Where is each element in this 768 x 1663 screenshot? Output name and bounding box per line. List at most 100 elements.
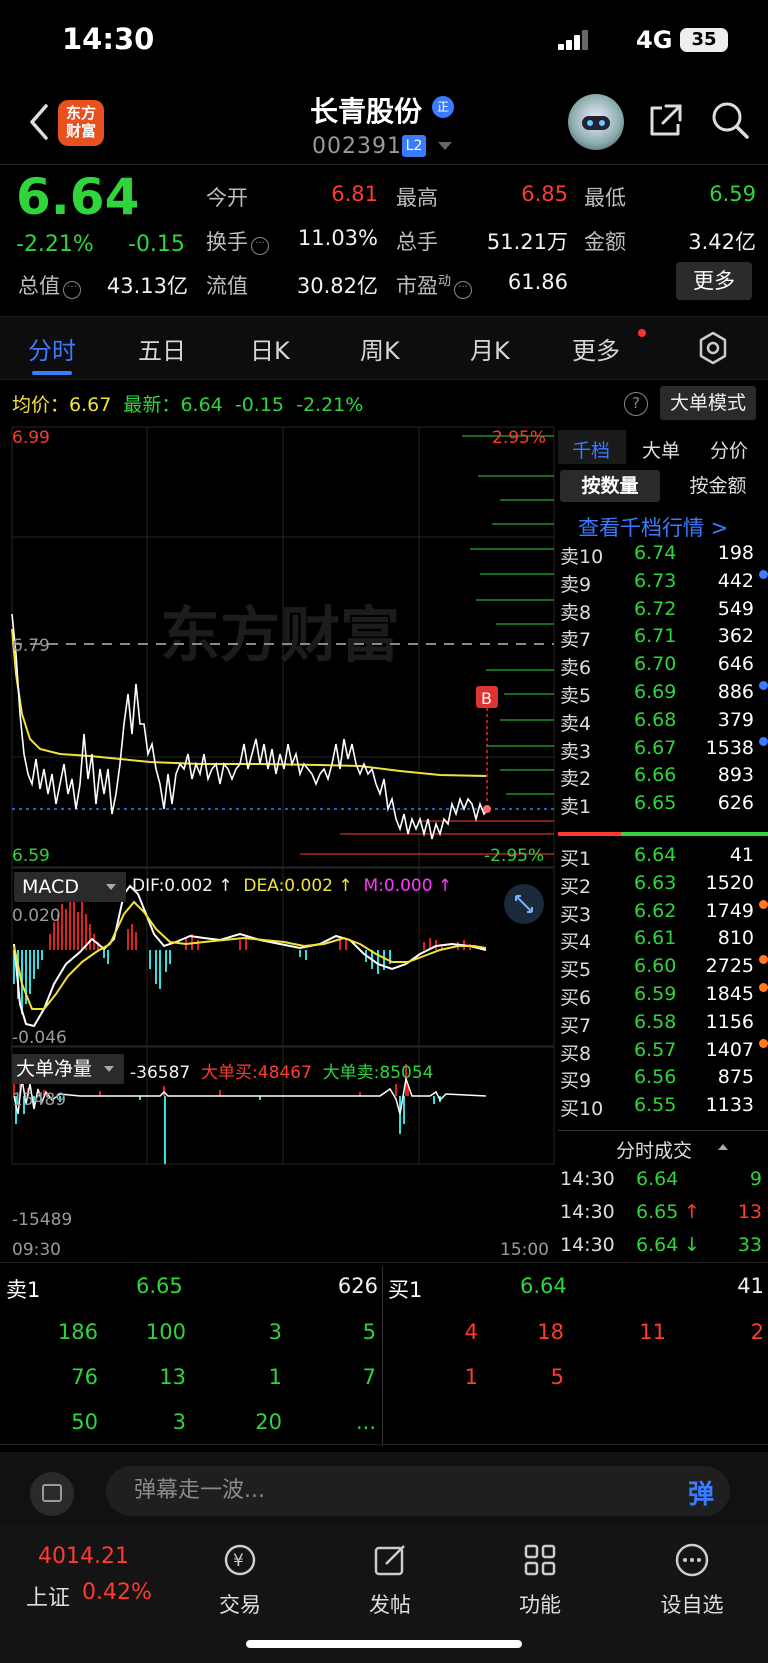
view-depth-link[interactable]: 查看千档行情 > <box>578 512 728 542</box>
sell-queue-cell: 76 <box>71 1365 98 1389</box>
latest-percent: -2.21% <box>296 394 364 416</box>
gear-icon[interactable] <box>696 331 730 365</box>
level-price: 6.62 <box>634 899 677 922</box>
chevron-up-icon[interactable] <box>718 1144 728 1150</box>
ask-row[interactable]: 卖8 6.72 549 <box>558 598 768 626</box>
more-button[interactable]: 更多 <box>676 262 752 300</box>
level-volume: 1538 <box>705 736 754 759</box>
intraday-chart[interactable]: 东方财富 B <box>0 424 558 1264</box>
time-end: 15:00 <box>500 1240 549 1260</box>
nav-watchlist-label: 设自选 <box>660 1593 724 1617</box>
divider <box>0 1262 768 1263</box>
index-name[interactable]: 上证 <box>26 1580 70 1612</box>
level-label: 买1 <box>560 848 592 870</box>
tab-big-orders[interactable]: 大单 <box>642 436 680 463</box>
index-percent: 0.42% <box>82 1580 152 1605</box>
trade-price: 6.65 <box>636 1201 679 1223</box>
info-dots-icon[interactable]: ··· <box>251 237 269 255</box>
level-price: 6.73 <box>634 569 677 592</box>
search-icon[interactable] <box>710 100 750 140</box>
big-order-dot-icon <box>759 569 768 579</box>
amount-label: 金额 <box>584 230 626 254</box>
macd-selector[interactable]: MACD <box>14 872 126 902</box>
divider <box>558 1130 768 1131</box>
ai-assistant-icon[interactable] <box>568 94 624 150</box>
big-order-mode-button[interactable]: 大单模式 <box>660 386 756 420</box>
chart-tabs: 分时 五日 日K 周K 月K 更多 <box>0 316 768 380</box>
info-dots-icon[interactable]: ··· <box>63 281 81 299</box>
ask-row[interactable]: 卖4 6.68 379 <box>558 709 768 737</box>
tab-five-day[interactable]: 五日 <box>138 331 186 366</box>
app-logo[interactable]: 东方 财富 <box>58 100 104 146</box>
more-dots-icon <box>675 1543 709 1577</box>
tab-intraday[interactable]: 分时 <box>28 331 76 366</box>
ask-row[interactable]: 卖10 6.74 198 <box>558 542 768 570</box>
order-book-panel: 千档 大单 分价 按数量 按金额 查看千档行情 > 卖10 6.74 198 卖9 6.… <box>558 430 768 1130</box>
ask-row[interactable]: 卖3 6.67 1538 <box>558 736 768 765</box>
bid-row[interactable]: 买6 6.59 1845 <box>558 983 768 1011</box>
chevron-down-icon <box>104 1066 114 1072</box>
nav-post[interactable]: 发帖 <box>330 1524 450 1619</box>
buy1-price: 6.64 <box>520 1274 567 1298</box>
index-value[interactable]: 4014.21 <box>38 1544 129 1569</box>
level-volume: 626 <box>717 792 754 815</box>
stock-code[interactable]: 002391 <box>312 134 402 159</box>
level-price: 6.58 <box>634 1010 677 1033</box>
low-label: 最低 <box>584 186 626 210</box>
stock-name[interactable]: 长青股份 <box>310 90 422 130</box>
tab-price-dist[interactable]: 分价 <box>710 436 748 463</box>
y-axis-bottom: 6.59 <box>12 846 50 866</box>
tab-monthly-k[interactable]: 月K <box>470 331 510 366</box>
sell-queue-cell: 20 <box>255 1410 282 1434</box>
bid-row[interactable]: 买5 6.60 2725 <box>558 955 768 983</box>
barrage-input[interactable]: 弹幕走一波... <box>106 1466 730 1516</box>
chevron-down-icon[interactable] <box>438 142 452 150</box>
bignet-selector[interactable]: 大单净量 <box>12 1054 124 1084</box>
trades-header[interactable]: 分时成交 <box>616 1136 692 1163</box>
bid-row[interactable]: 买8 6.57 1407 <box>558 1038 768 1067</box>
ask-row[interactable]: 卖9 6.73 442 <box>558 569 768 598</box>
divider <box>382 1266 383 1446</box>
ask-row[interactable]: 卖6 6.70 646 <box>558 653 768 681</box>
tab-daily-k[interactable]: 日K <box>250 331 290 366</box>
nav-watchlist[interactable]: 设自选 <box>632 1524 752 1619</box>
sell-queue-cell: 5 <box>362 1320 376 1344</box>
ask-row[interactable]: 卖1 6.65 626 <box>558 792 768 820</box>
bid-row[interactable]: 买3 6.62 1749 <box>558 899 768 928</box>
edit-icon <box>374 1545 405 1576</box>
sell-queue-cell: 7 <box>362 1365 376 1389</box>
ask-row[interactable]: 卖5 6.69 886 <box>558 681 768 709</box>
nav-functions-label: 功能 <box>519 1593 561 1617</box>
macd-axis-bottom: -0.046 <box>12 1028 67 1048</box>
ask-row[interactable]: 卖7 6.71 362 <box>558 625 768 653</box>
tab-more[interactable]: 更多 <box>572 331 620 366</box>
by-quantity-button[interactable]: 按数量 <box>560 470 660 502</box>
level-price: 6.64 <box>634 844 677 866</box>
bid-row[interactable]: 买9 6.56 875 <box>558 1066 768 1094</box>
bid-row[interactable]: 买1 6.64 41 <box>558 844 768 872</box>
tab-depth[interactable]: 千档 <box>572 436 610 463</box>
bid-row[interactable]: 买2 6.63 1520 <box>558 872 768 900</box>
tab-weekly-k[interactable]: 周K <box>360 331 400 366</box>
back-icon[interactable] <box>24 100 54 144</box>
bid-row[interactable]: 买7 6.58 1156 <box>558 1011 768 1039</box>
buy-marker[interactable]: B <box>476 686 498 813</box>
home-indicator[interactable] <box>246 1640 522 1648</box>
pct-axis-bottom: -2.95% <box>484 846 545 866</box>
share-icon[interactable] <box>646 102 684 140</box>
info-dots-icon[interactable]: ··· <box>454 281 473 299</box>
trade-row: 14:30 6.64 9 <box>558 1168 768 1198</box>
help-icon[interactable]: ? <box>624 392 648 416</box>
by-amount-button[interactable]: 按金额 <box>668 470 768 502</box>
nav-trade[interactable]: ¥ 交易 <box>180 1524 300 1619</box>
big-order-dot-icon <box>759 1038 768 1048</box>
nav-functions[interactable]: 功能 <box>480 1524 600 1619</box>
ask-row[interactable]: 卖2 6.66 893 <box>558 764 768 792</box>
buy-queue-cell: 18 <box>537 1320 564 1344</box>
amount-value: 3.42亿 <box>688 230 756 254</box>
barrage-send-icon[interactable]: 弹 <box>688 1474 714 1511</box>
bid-row[interactable]: 买4 6.61 810 <box>558 927 768 955</box>
float-label: 流值 <box>206 274 248 298</box>
barrage-toggle-icon[interactable] <box>30 1472 74 1516</box>
bid-row[interactable]: 买10 6.55 1133 <box>558 1094 768 1122</box>
